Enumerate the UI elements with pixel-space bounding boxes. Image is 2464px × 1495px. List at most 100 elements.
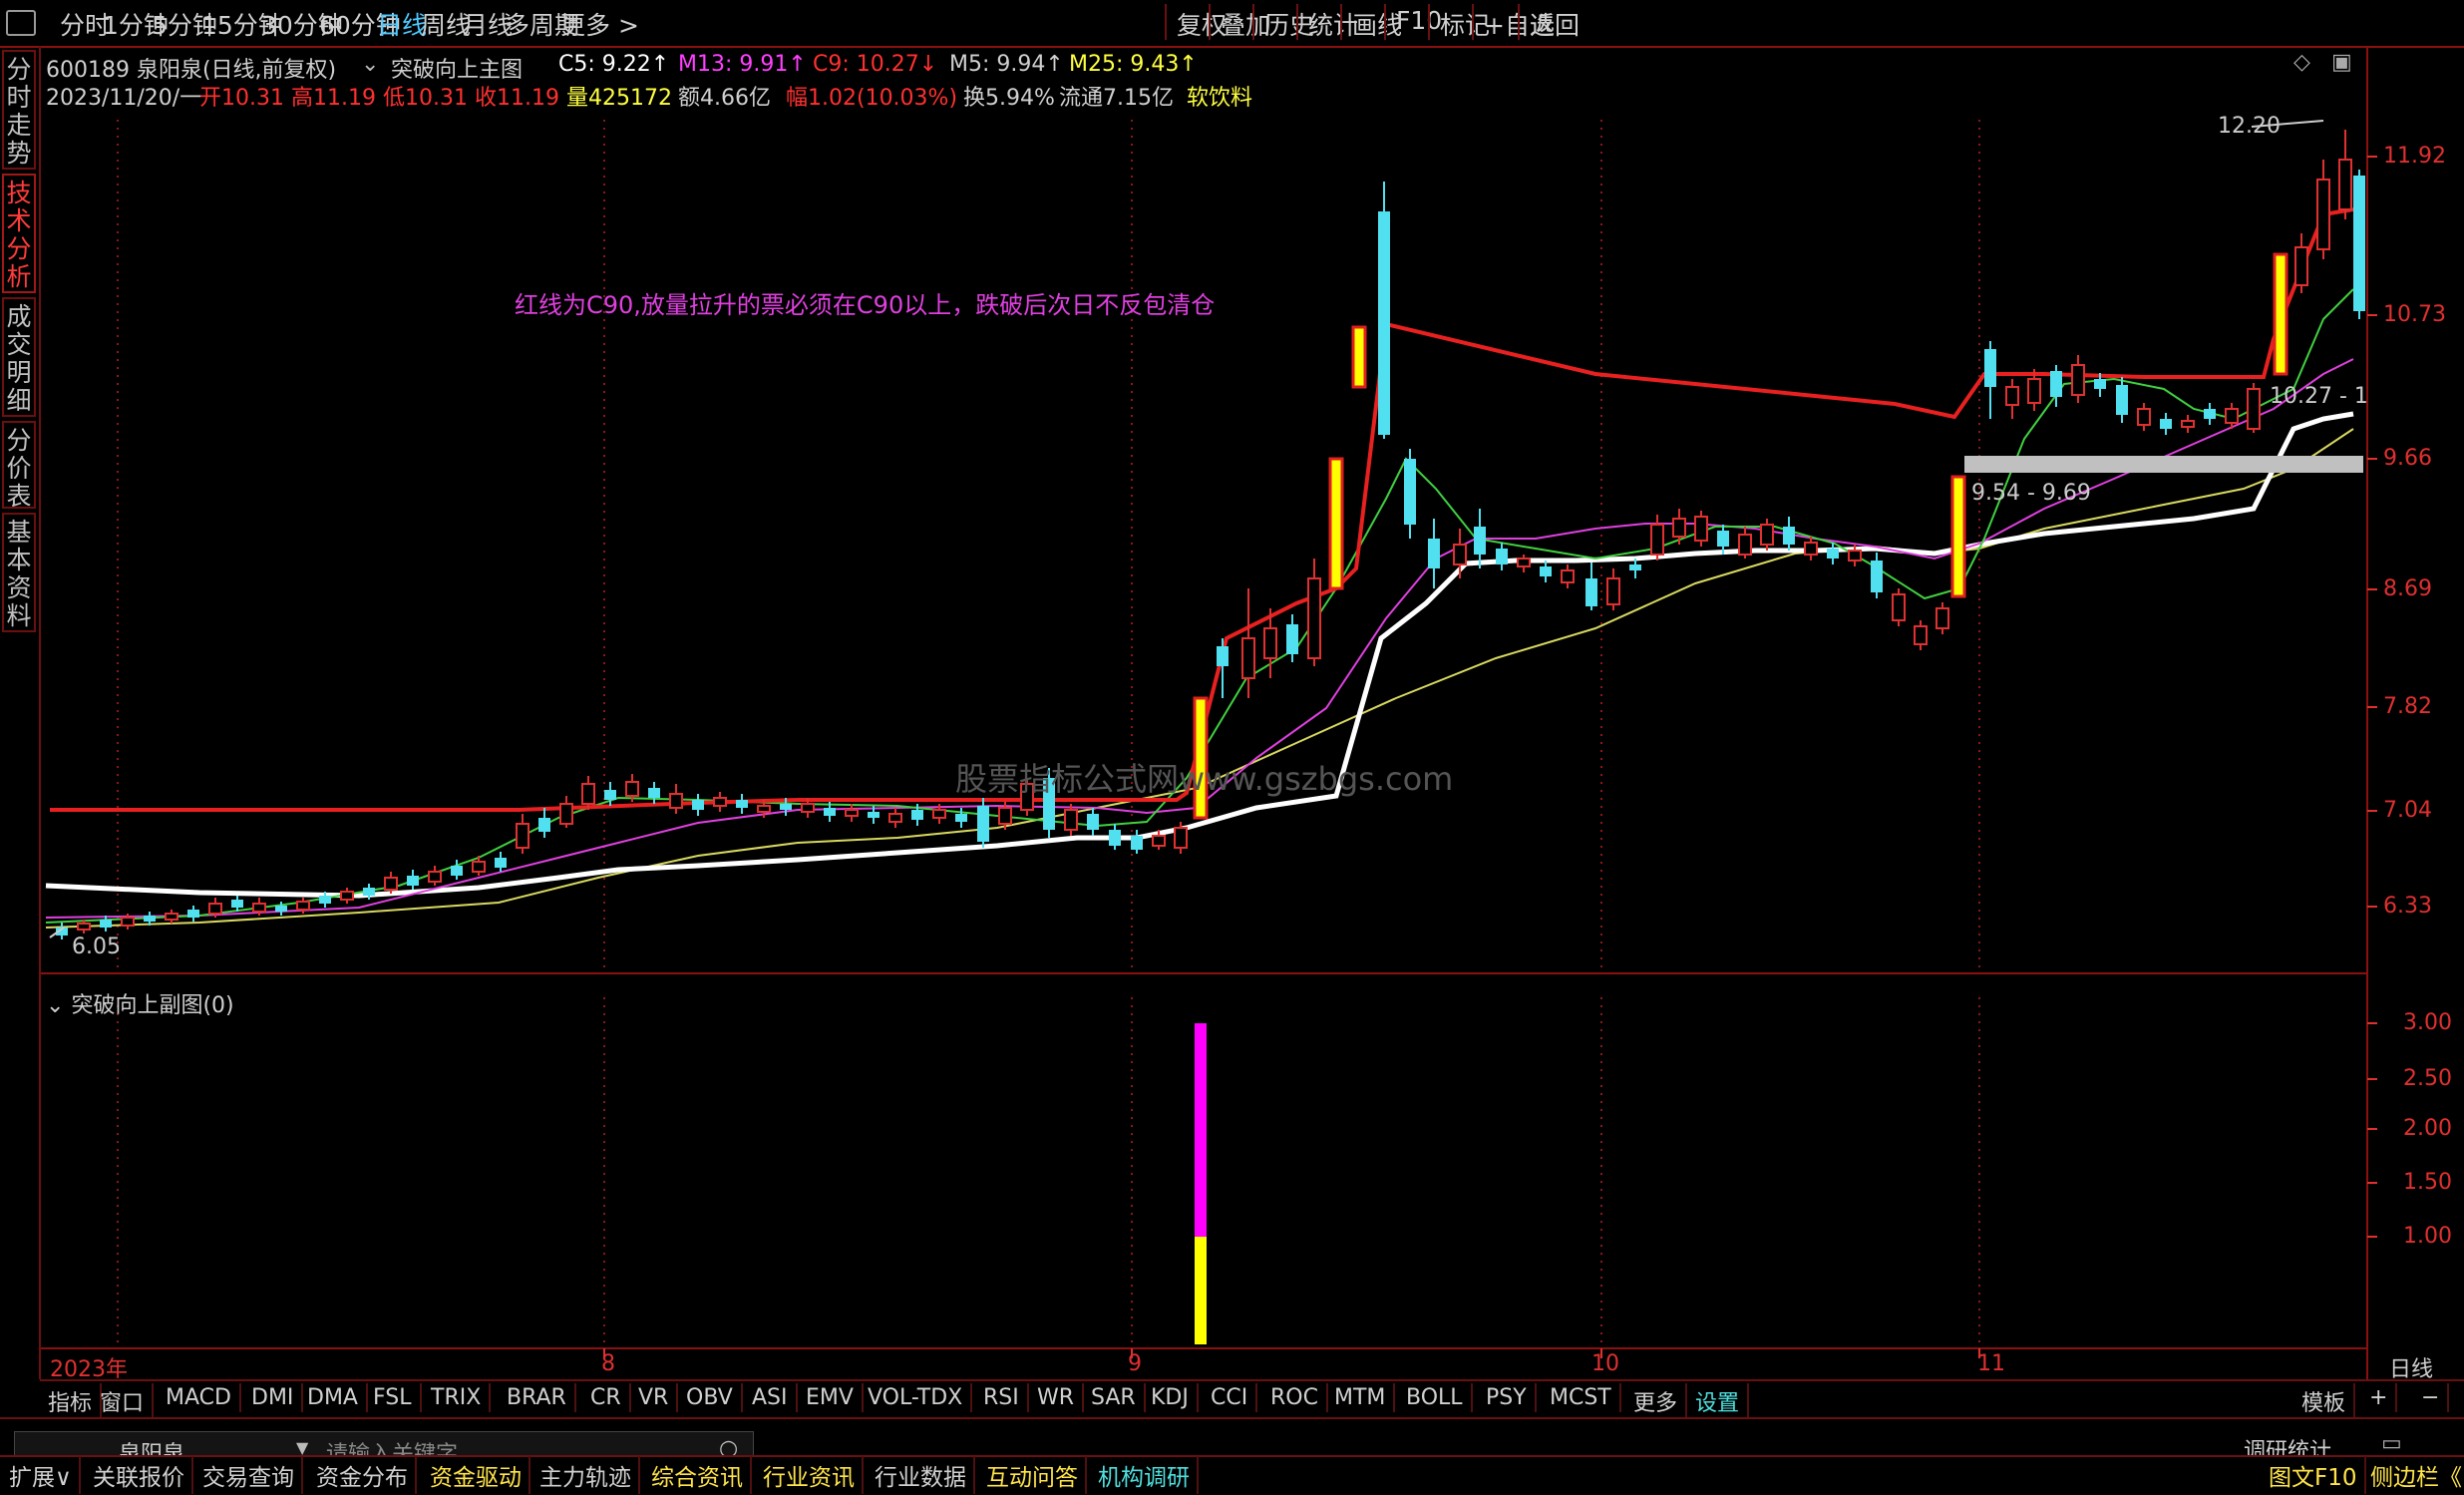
candle-body xyxy=(2338,159,2352,210)
bottom-expand[interactable]: 扩展∨ xyxy=(2,1456,81,1494)
candle-body xyxy=(559,803,573,825)
bottom-sidebar-toggle[interactable]: 侧边栏《 xyxy=(2363,1456,2464,1494)
ind-asi[interactable]: ASI xyxy=(744,1383,798,1412)
zoom-in-button[interactable]: + xyxy=(2361,1383,2398,1412)
ind-cr[interactable]: CR xyxy=(582,1383,631,1412)
ind-roc[interactable]: ROC xyxy=(1262,1383,1328,1412)
ind-settings[interactable]: 设置 xyxy=(1687,1383,1750,1419)
watermark: 股票指标公式网www.gszbgs.com xyxy=(955,760,1454,798)
candle-body xyxy=(1474,527,1486,555)
price-label-4: 7.82 xyxy=(2383,694,2432,719)
candle-body xyxy=(604,790,616,800)
research-stat[interactable]: 调研统计 xyxy=(2244,1433,2331,1455)
ind-kdj[interactable]: KDJ xyxy=(1143,1383,1199,1412)
candle-body xyxy=(2137,408,2151,426)
ind-obv[interactable]: OBV xyxy=(678,1383,743,1412)
sub-axis-2: 2.00 xyxy=(2403,1116,2452,1141)
ind-trix[interactable]: TRIX xyxy=(423,1383,492,1412)
candle-body xyxy=(2005,386,2019,406)
ind-psy[interactable]: PSY xyxy=(1478,1383,1537,1412)
candle-body xyxy=(1087,814,1099,830)
ma-green-line xyxy=(45,288,2354,924)
candle-body xyxy=(165,913,178,921)
ind-vol-tdx[interactable]: VOL-TDX xyxy=(860,1383,973,1412)
candle-body xyxy=(625,781,639,797)
candle-body xyxy=(1694,516,1708,542)
candle-body xyxy=(581,783,595,805)
kline-chart[interactable] xyxy=(0,0,2464,1495)
candle-body xyxy=(1672,518,1686,538)
ind-dmi[interactable]: DMI xyxy=(243,1383,304,1412)
bottom-fund-distribution[interactable]: 资金分布 xyxy=(309,1456,417,1494)
ind-more[interactable]: 更多 xyxy=(1625,1383,1688,1419)
bottom-main-force[interactable]: 主力轨迹 xyxy=(532,1456,640,1494)
ind-boll[interactable]: BOLL xyxy=(1398,1383,1473,1412)
candle-body xyxy=(187,910,199,918)
signal-bar-5 xyxy=(2273,252,2288,376)
candle-body xyxy=(121,917,135,927)
candle-body xyxy=(1606,577,1620,605)
candle-body xyxy=(231,900,243,908)
candle-body xyxy=(801,803,815,813)
search-box[interactable]: 泉阳泉 ▼ 请输入关键字 ○ xyxy=(14,1431,754,1455)
search-input[interactable]: 请输入关键字 xyxy=(326,1436,458,1455)
candle-body xyxy=(1496,549,1508,564)
candle-body xyxy=(1517,558,1531,567)
bottom-qa[interactable]: 互动问答 xyxy=(979,1456,1087,1494)
bottom-news[interactable]: 综合资讯 xyxy=(644,1456,752,1494)
zoom-out-button[interactable]: − xyxy=(2413,1383,2450,1412)
candle-body xyxy=(516,823,529,849)
candle-body xyxy=(1827,549,1839,559)
candle-body xyxy=(1871,561,1883,592)
template-button[interactable]: 模板 xyxy=(2293,1383,2356,1419)
ind-fsl[interactable]: FSL xyxy=(365,1383,422,1412)
candle-body xyxy=(1629,564,1641,570)
price-ticks xyxy=(2367,156,2377,1238)
candles xyxy=(56,130,2365,939)
sub-chart-title[interactable]: ⌄ 突破向上副图(0) xyxy=(46,987,234,1019)
bottom-f10-text[interactable]: 图文F10 xyxy=(2262,1456,2366,1494)
range2-label: 10.27 - 1 xyxy=(2270,384,2368,409)
candle-body xyxy=(472,861,486,873)
search-dropdown-icon[interactable]: ▼ xyxy=(296,1438,308,1455)
candle-body xyxy=(1540,566,1552,576)
bottom-industry-news[interactable]: 行业资讯 xyxy=(756,1456,864,1494)
search-icon[interactable]: ○ xyxy=(719,1436,738,1455)
ind-emv[interactable]: EMV xyxy=(798,1383,864,1412)
candle-body xyxy=(888,813,902,823)
sub-axis-0: 3.00 xyxy=(2403,1010,2452,1035)
bottom-fund-driven[interactable]: 资金驱动 xyxy=(423,1456,530,1494)
ind-vr[interactable]: VR xyxy=(630,1383,679,1412)
grid-icon[interactable]: ▭ xyxy=(2381,1431,2402,1455)
signal-bar-2 xyxy=(1328,457,1344,590)
candle-body xyxy=(340,891,354,901)
candle-body xyxy=(2204,409,2216,419)
ind-mtm[interactable]: MTM xyxy=(1326,1383,1396,1412)
candle-body xyxy=(1263,627,1277,659)
ind-window[interactable]: 窗口 xyxy=(92,1383,155,1419)
ind-mcst[interactable]: MCST xyxy=(1542,1383,1621,1412)
ind-sar[interactable]: SAR xyxy=(1083,1383,1146,1412)
bottom-industry-data[interactable]: 行业数据 xyxy=(868,1456,975,1494)
price-label-3: 8.69 xyxy=(2383,576,2432,601)
ind-cci[interactable]: CCI xyxy=(1203,1383,1258,1412)
ind-brar[interactable]: BRAR xyxy=(499,1383,576,1412)
bottom-trade-query[interactable]: 交易查询 xyxy=(195,1456,303,1494)
sub-signal-yellow xyxy=(1195,1237,1207,1344)
candle-body xyxy=(932,809,946,819)
low-marker-label: 6.05 xyxy=(72,934,121,959)
ind-rsi[interactable]: RSI xyxy=(975,1383,1029,1412)
ind-macd[interactable]: MACD xyxy=(158,1383,241,1412)
candle-body xyxy=(100,920,112,928)
bottom-related-quotes[interactable]: 关联报价 xyxy=(86,1456,193,1494)
ind-wr[interactable]: WR xyxy=(1029,1383,1085,1412)
date-label-aug: 8 xyxy=(601,1351,615,1376)
ind-dma[interactable]: DMA xyxy=(299,1383,368,1412)
bottom-research[interactable]: 机构调研 xyxy=(1091,1456,1199,1494)
search-strip: 泉阳泉 ▼ 请输入关键字 ○ 调研统计 ▭ xyxy=(0,1417,2464,1457)
price-label-2: 9.66 xyxy=(2383,446,2432,471)
price-label-1: 10.73 xyxy=(2383,302,2446,327)
candle-body xyxy=(451,866,463,876)
candle-body xyxy=(1378,211,1390,435)
sub-axis-1: 2.50 xyxy=(2403,1066,2452,1091)
